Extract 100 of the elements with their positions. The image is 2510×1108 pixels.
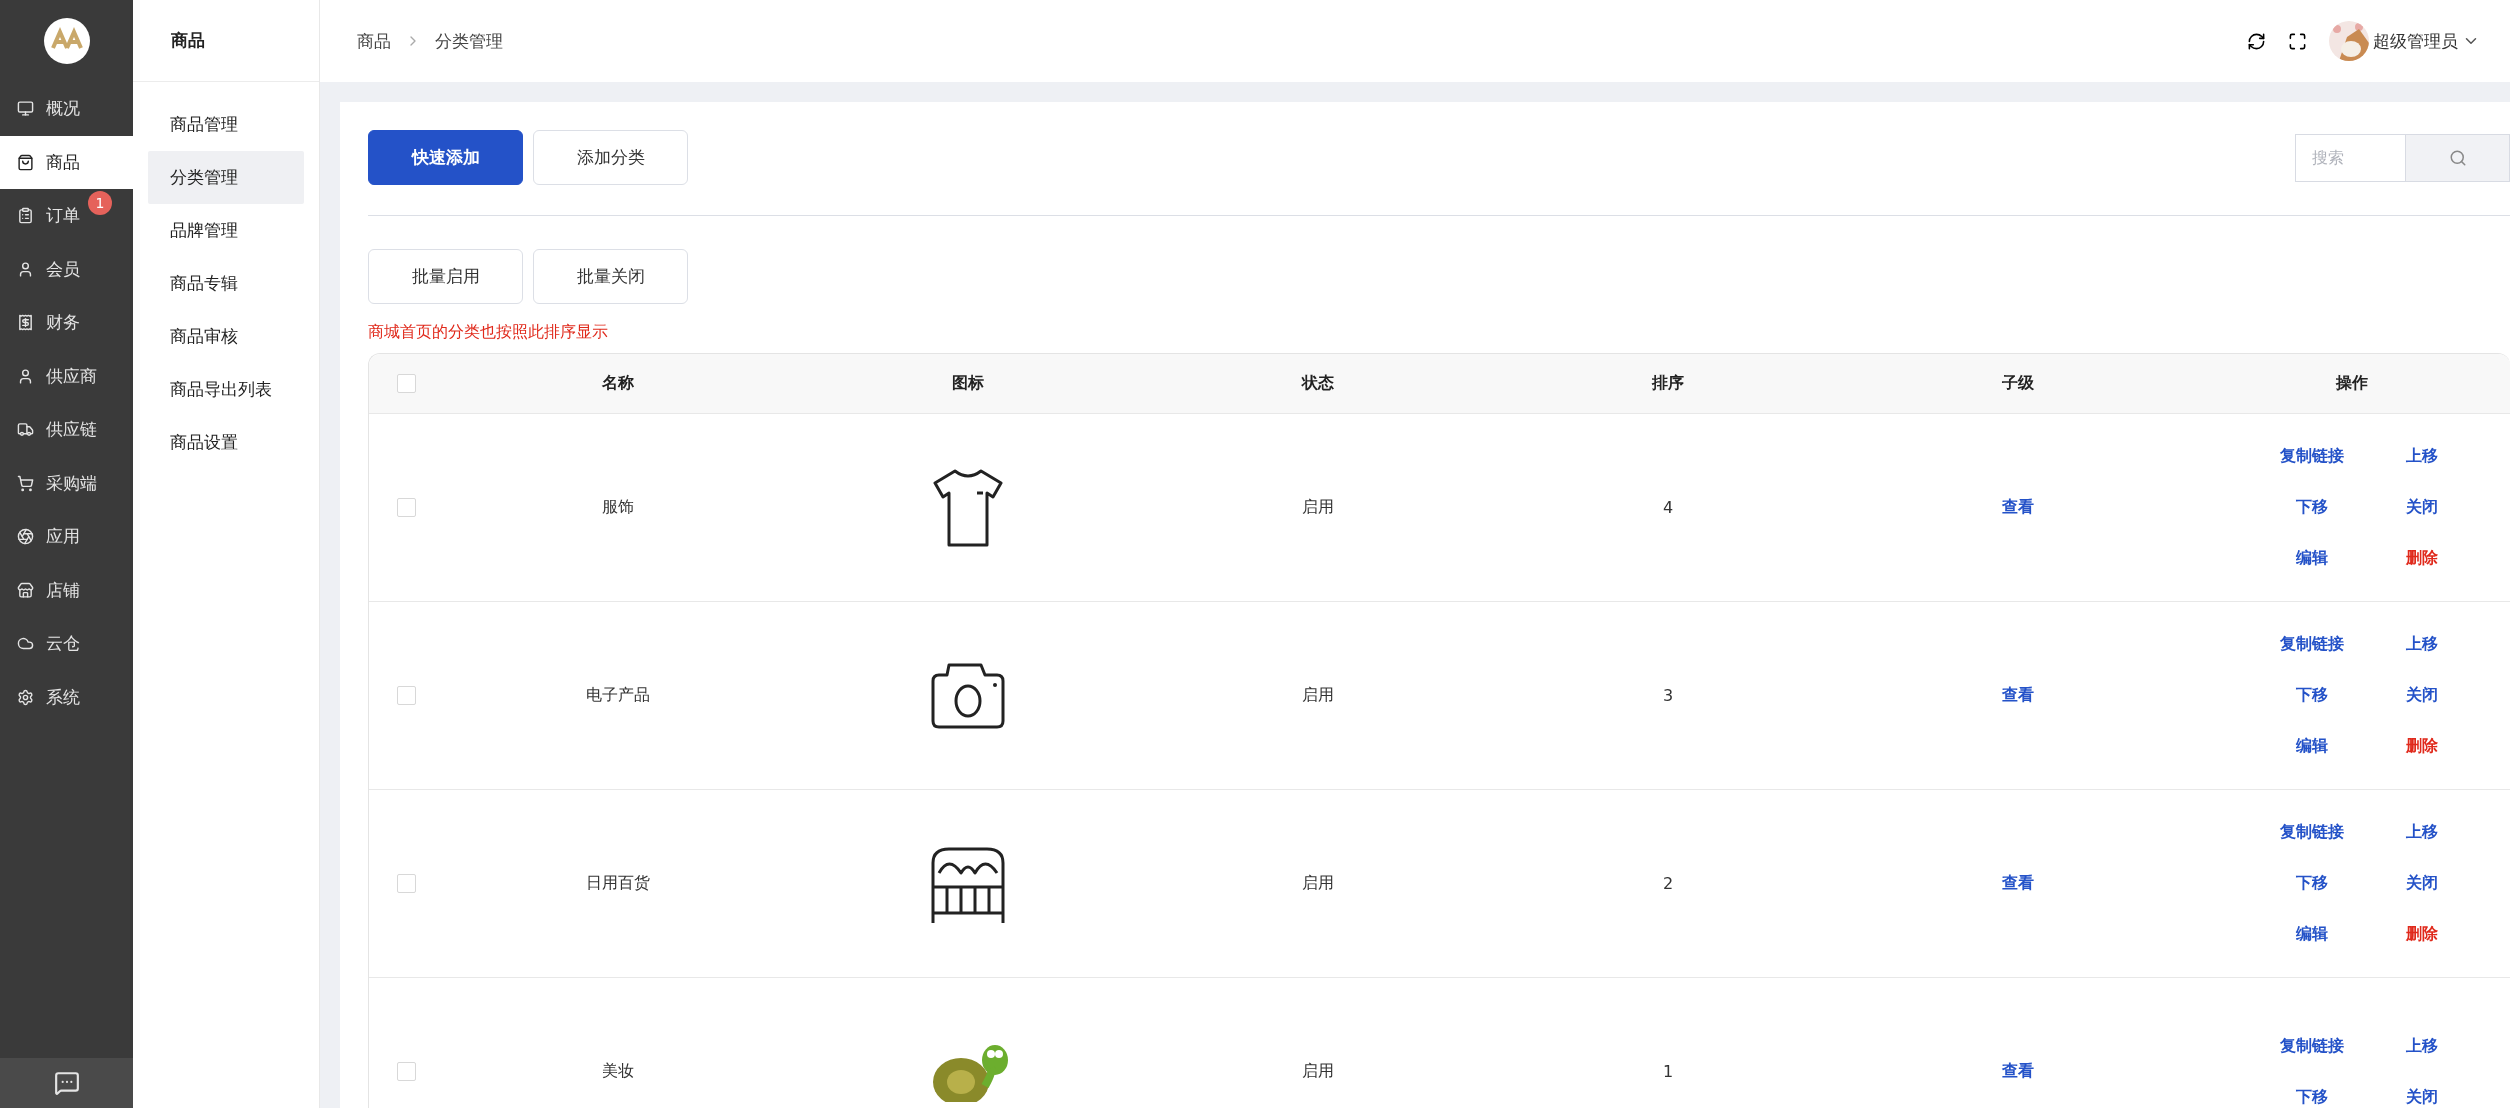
- nav-item[interactable]: 系统: [0, 670, 133, 724]
- nav-label: 系统: [46, 685, 80, 709]
- column-header: 图标: [951, 373, 985, 394]
- logo-icon: [43, 18, 90, 64]
- nav-label: 采购端: [46, 471, 97, 495]
- nav-label: 会员: [46, 257, 80, 281]
- action-link[interactable]: 关闭: [2405, 1086, 2438, 1108]
- view-link[interactable]: 查看: [2002, 1061, 2034, 1082]
- nav-item[interactable]: 商品: [0, 135, 133, 189]
- nav-item[interactable]: 采购端: [0, 456, 133, 510]
- add-button[interactable]: 添加分类: [533, 130, 688, 185]
- nav-label: 云仓: [46, 632, 80, 656]
- fullscreen-icon[interactable]: [2288, 31, 2307, 51]
- refresh-icon[interactable]: [2247, 31, 2266, 51]
- view-link[interactable]: 查看: [2002, 873, 2034, 894]
- submenu-item[interactable]: 商品审核: [148, 310, 304, 363]
- table-cell: 4: [1662, 498, 1674, 517]
- nav-icon: [17, 474, 34, 492]
- column-header: 子级: [2001, 373, 2035, 394]
- action-link[interactable]: 删除: [2405, 924, 2438, 945]
- action-link[interactable]: 下移: [2295, 1086, 2328, 1108]
- nav-item[interactable]: 财务: [0, 296, 133, 350]
- chat-icon: [53, 1070, 80, 1096]
- table-cell: 启用: [1302, 685, 1334, 706]
- action-link[interactable]: 复制链接: [2279, 1035, 2344, 1057]
- submenu-item[interactable]: 商品设置: [148, 416, 304, 469]
- nav-item[interactable]: 店铺: [0, 563, 133, 617]
- row-checkbox[interactable]: [396, 874, 416, 893]
- batch-button[interactable]: 批量启用: [368, 249, 523, 304]
- table-cell: 美妆: [602, 1061, 634, 1082]
- select-all-checkbox[interactable]: [396, 374, 416, 393]
- nav-item[interactable]: 供应商: [0, 349, 133, 403]
- column-header: 名称: [601, 373, 635, 394]
- action-link[interactable]: 上移: [2405, 446, 2438, 467]
- breadcrumb-item[interactable]: 分类管理: [435, 29, 503, 53]
- batch-button[interactable]: 批量关闭: [533, 249, 688, 304]
- nav-item[interactable]: 供应链: [0, 403, 133, 457]
- table-cell: 3: [1662, 686, 1674, 705]
- nav-item[interactable]: 云仓: [0, 617, 133, 671]
- action-link[interactable]: 编辑: [2295, 548, 2328, 569]
- action-link[interactable]: 关闭: [2405, 497, 2438, 518]
- action-link[interactable]: 编辑: [2295, 736, 2328, 757]
- count-badge: 1: [88, 191, 112, 215]
- nav-label: 应用: [46, 525, 80, 549]
- nav-item[interactable]: 应用: [0, 510, 133, 564]
- search-button[interactable]: [2405, 133, 2510, 182]
- submenu-title: 商品: [133, 0, 319, 82]
- nav-icon: [17, 581, 34, 599]
- chat-button[interactable]: [0, 1058, 133, 1108]
- action-link[interactable]: 下移: [2295, 873, 2328, 894]
- action-link[interactable]: 上移: [2405, 822, 2438, 843]
- column-header: 排序: [1650, 373, 1685, 394]
- nav-label: 订单: [46, 204, 80, 228]
- action-link[interactable]: 上移: [2405, 634, 2438, 655]
- submenu-item[interactable]: 商品管理: [148, 98, 304, 151]
- nav-icon: [17, 688, 34, 706]
- table-cell: 日用百货: [586, 873, 650, 894]
- table-cell: 启用: [1302, 497, 1334, 518]
- table-cell: 电子产品: [586, 685, 650, 706]
- nav-label: 概况: [46, 97, 80, 121]
- row-checkbox[interactable]: [396, 498, 416, 517]
- quick-add-button[interactable]: 快速添加: [368, 130, 523, 185]
- action-link[interactable]: 关闭: [2405, 685, 2438, 706]
- nav-icon: [17, 153, 34, 171]
- view-link[interactable]: 查看: [2002, 685, 2034, 706]
- row-checkbox[interactable]: [396, 686, 416, 705]
- action-link[interactable]: 上移: [2405, 1035, 2438, 1057]
- nav-icon: [17, 314, 34, 332]
- nav-item[interactable]: 会员: [0, 242, 133, 296]
- action-link[interactable]: 删除: [2405, 548, 2438, 569]
- search-field[interactable]: 搜索: [2295, 133, 2405, 182]
- breadcrumb-item[interactable]: 商品: [357, 29, 391, 53]
- column-header: 操作: [2334, 373, 2369, 394]
- user-name[interactable]: 超级管理员: [2373, 29, 2458, 53]
- action-link[interactable]: 复制链接: [2279, 446, 2344, 467]
- submenu-item[interactable]: 品牌管理: [148, 204, 304, 257]
- nav-item[interactable]: 订单 1: [0, 189, 133, 243]
- action-link[interactable]: 复制链接: [2279, 822, 2344, 843]
- table-cell: 2: [1662, 874, 1674, 893]
- view-link[interactable]: 查看: [2002, 497, 2034, 518]
- submenu-item[interactable]: 商品导出列表: [148, 363, 304, 416]
- action-link[interactable]: 下移: [2295, 685, 2328, 706]
- nav-label: 供应商: [46, 364, 97, 388]
- action-link[interactable]: 删除: [2405, 736, 2438, 757]
- nav-icon: [17, 421, 34, 439]
- action-link[interactable]: 编辑: [2295, 924, 2328, 945]
- submenu-item[interactable]: 分类管理: [148, 151, 304, 204]
- action-link[interactable]: 下移: [2295, 497, 2328, 518]
- row-checkbox[interactable]: [396, 1062, 416, 1081]
- action-link[interactable]: 关闭: [2405, 873, 2438, 894]
- nav-label: 商品: [46, 150, 80, 174]
- table-cell: 启用: [1302, 873, 1334, 894]
- nav-icon: [17, 207, 34, 225]
- nav-item[interactable]: 概况: [0, 82, 133, 136]
- nav-icon: [17, 100, 34, 118]
- table-cell: 1: [1662, 1062, 1674, 1081]
- nav-label: 财务: [46, 311, 80, 335]
- search-icon: [2448, 148, 2467, 167]
- submenu-item[interactable]: 商品专辑: [148, 257, 304, 310]
- action-link[interactable]: 复制链接: [2279, 634, 2344, 655]
